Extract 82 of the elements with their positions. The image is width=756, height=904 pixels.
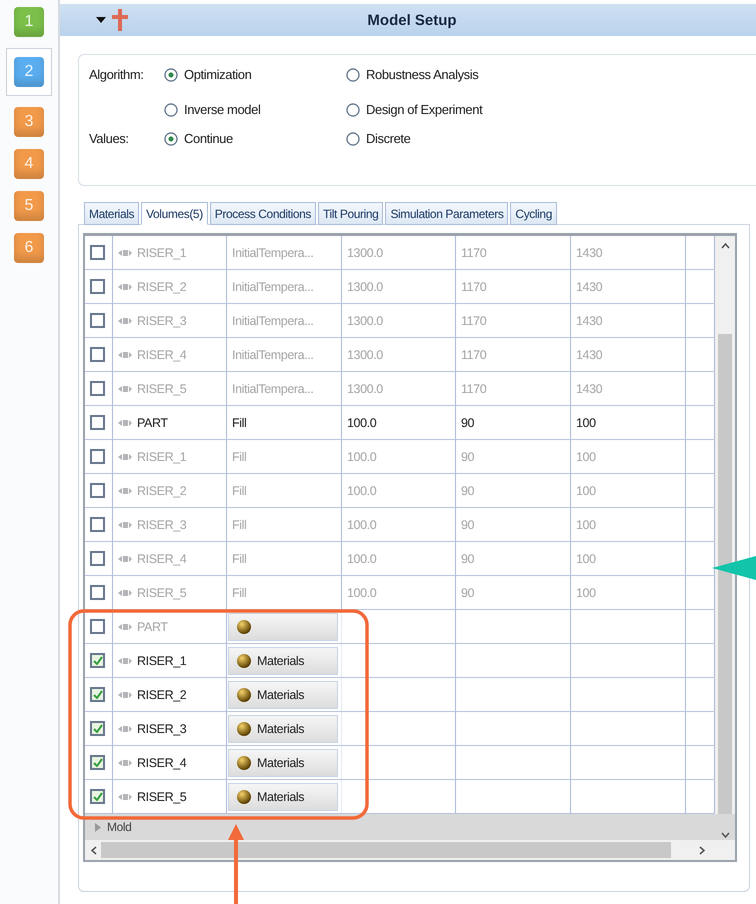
table-cell: 90 xyxy=(461,450,474,464)
table-cell: 100 xyxy=(576,552,596,566)
tab[interactable]: Cycling xyxy=(510,202,557,225)
table-cell: InitialTempera... xyxy=(232,382,314,396)
materials-button[interactable]: Materials xyxy=(228,782,338,810)
radio-option[interactable]: Design of Experiment xyxy=(346,102,746,117)
radio-option[interactable]: Discrete xyxy=(346,131,746,146)
table-cell: 100.0 xyxy=(347,518,376,532)
table-cell: 1430 xyxy=(576,382,602,396)
table-cell: 90 xyxy=(461,586,474,600)
group-row[interactable]: Mold xyxy=(85,814,735,840)
volume-name: RISER_2 xyxy=(137,688,186,702)
table-cell: 100.0 xyxy=(347,586,376,600)
option-label: Values: xyxy=(89,131,130,146)
table-cell: Fill xyxy=(232,518,246,532)
table-cell: 1300.0 xyxy=(347,348,383,362)
radio-option[interactable]: Optimization xyxy=(164,67,346,82)
table-cell: InitialTempera... xyxy=(232,246,314,260)
table-cell: 100 xyxy=(576,518,596,532)
volume-name: RISER_2 xyxy=(137,280,186,294)
volume-name: RISER_4 xyxy=(137,348,186,362)
table-cell: 100 xyxy=(576,484,596,498)
tab[interactable]: Simulation Parameters xyxy=(385,202,508,225)
materials-button[interactable]: Materials xyxy=(228,646,338,674)
table-cell: Fill xyxy=(232,552,246,566)
table-cell: 1170 xyxy=(461,314,486,328)
table-cell: InitialTempera... xyxy=(232,314,314,328)
tab[interactable]: Volumes(5) xyxy=(141,202,208,225)
tab[interactable]: Tilt Pouring xyxy=(318,202,384,225)
table-cell: 1430 xyxy=(576,348,602,362)
volume-name: RISER_3 xyxy=(137,518,186,532)
tab[interactable]: Process Conditions xyxy=(210,202,316,225)
table-cell: 1300.0 xyxy=(347,280,383,294)
table-cell: 100.0 xyxy=(347,450,376,464)
volume-name: RISER_1 xyxy=(137,654,186,668)
table-cell: Fill xyxy=(232,416,246,430)
table-cell: 100 xyxy=(576,586,596,600)
option-label: Algorithm: xyxy=(89,67,145,82)
table-cell: Fill xyxy=(232,484,246,498)
volume-name: PART xyxy=(137,416,168,430)
table-cell: 1430 xyxy=(576,246,602,260)
radio-option[interactable]: Robustness Analysis xyxy=(346,67,746,82)
table-cell: 100 xyxy=(576,416,596,430)
volume-name: RISER_1 xyxy=(137,450,186,464)
volume-name: RISER_2 xyxy=(137,484,186,498)
volume-name: RISER_4 xyxy=(137,552,186,566)
table-cell: 90 xyxy=(461,484,474,498)
table-cell: 100 xyxy=(576,450,596,464)
table-cell: 100.0 xyxy=(347,552,376,566)
volume-name: RISER_3 xyxy=(137,314,186,328)
materials-button[interactable]: Materials xyxy=(228,714,338,742)
table-cell: 90 xyxy=(461,416,474,430)
volume-name: RISER_4 xyxy=(137,756,186,770)
volume-name: PART xyxy=(137,620,168,634)
table-cell: 90 xyxy=(461,518,474,532)
volume-name: RISER_1 xyxy=(137,246,186,260)
table-cell: Fill xyxy=(232,586,246,600)
table-cell: Fill xyxy=(232,450,246,464)
tab[interactable]: Materials xyxy=(84,202,140,225)
volume-name: RISER_5 xyxy=(137,382,186,396)
window-title: Model Setup xyxy=(366,12,458,28)
table-cell: 1300.0 xyxy=(347,314,383,328)
volume-name: RISER_3 xyxy=(137,722,186,736)
table-cell: 100.0 xyxy=(347,416,376,430)
table-cell: 1430 xyxy=(576,314,602,328)
table-cell: 1300.0 xyxy=(347,382,383,396)
radio-option[interactable]: Inverse model xyxy=(164,102,346,117)
table-cell: 1170 xyxy=(461,382,486,396)
volume-name: RISER_5 xyxy=(137,790,186,804)
table-cell: InitialTempera... xyxy=(232,348,314,362)
table-cell: 90 xyxy=(461,552,474,566)
table-cell: 1300.0 xyxy=(347,246,383,260)
table-cell: 1170 xyxy=(461,348,486,362)
materials-button[interactable]: Materials xyxy=(228,748,338,776)
table-cell: 1170 xyxy=(461,280,486,294)
volume-name: RISER_5 xyxy=(137,586,186,600)
table-cell: 100.0 xyxy=(347,484,376,498)
table-cell: 1170 xyxy=(461,246,486,260)
materials-button[interactable]: Materials xyxy=(228,680,338,708)
radio-option[interactable]: Continue xyxy=(164,131,346,146)
table-cell: 1430 xyxy=(576,280,602,294)
table-cell: InitialTempera... xyxy=(232,280,314,294)
